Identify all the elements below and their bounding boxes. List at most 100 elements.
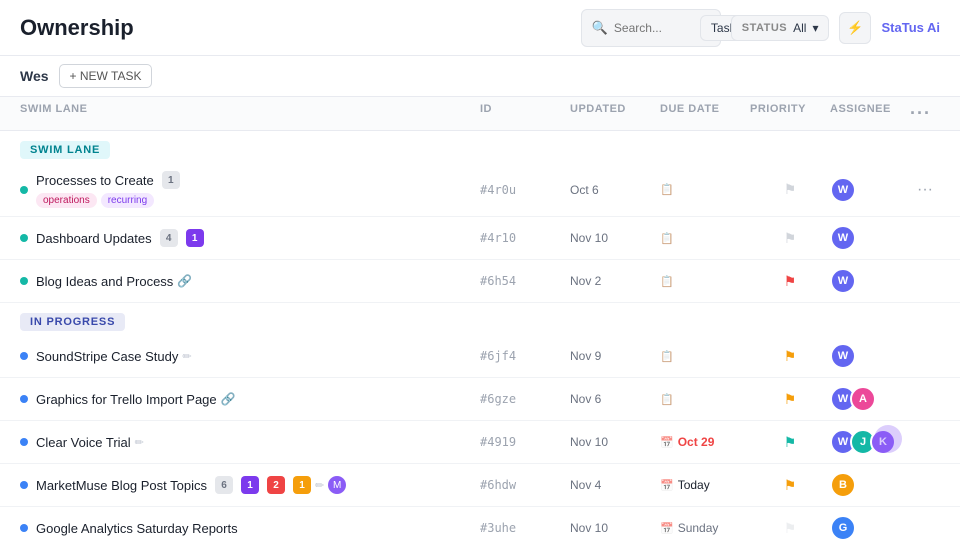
priority-flag: ⚑ <box>784 391 797 408</box>
avatar: G <box>830 515 856 540</box>
user-label: Wes <box>20 68 49 84</box>
due-date: 📅 Today <box>660 478 750 492</box>
task-name[interactable]: SoundStripe Case Study <box>36 349 178 364</box>
section-swim-lane: SWIM LANE <box>20 141 110 159</box>
table-header: SWIM LANE ID UPDATED DUE DATE PRIORITY A… <box>0 97 960 131</box>
assignee-cell: B <box>830 472 910 498</box>
priority-cell: ⚑ <box>750 520 830 537</box>
task-badge-yellow: 1 <box>293 476 311 494</box>
col-swimlane: SWIM LANE <box>20 103 480 124</box>
priority-cell: ⚑ <box>750 181 830 198</box>
edit-icon[interactable]: ✏ <box>315 479 324 492</box>
avatar: A <box>850 386 876 412</box>
link-icon: 🔗 <box>177 274 192 288</box>
section-in-progress: IN PROGRESS <box>20 313 125 331</box>
assignee-cell: W <box>830 268 910 294</box>
priority-flag: ⚑ <box>784 434 797 451</box>
due-date-text: Sunday <box>678 521 719 535</box>
table-row: Dashboard Updates 4 1 #4r10 Nov 10 📋 ⚑ W… <box>0 217 960 260</box>
table-row: Google Analytics Saturday Reports #3uhe … <box>0 507 960 540</box>
edit-icon[interactable]: ✏ <box>182 350 191 363</box>
col-updated: UPDATED <box>570 103 660 124</box>
assignee-cell: W <box>830 177 910 203</box>
task-name[interactable]: Blog Ideas and Process <box>36 274 173 289</box>
priority-cell: ⚑ <box>750 391 830 408</box>
table-row: Blog Ideas and Process 🔗 #6h54 Nov 2 📋 ⚑… <box>0 260 960 303</box>
status-filter[interactable]: STATUS All ▾ <box>731 15 830 41</box>
avatar: W <box>830 268 856 294</box>
priority-flag: ⚑ <box>784 520 797 537</box>
edit-icon[interactable]: ✏ <box>135 436 144 449</box>
priority-flag: ⚑ <box>784 348 797 365</box>
due-date: 📋 <box>660 232 750 245</box>
col-assignee: ASSIGNEE <box>830 103 910 124</box>
priority-flag: ⚑ <box>784 181 797 198</box>
avatar: W <box>830 343 856 369</box>
chevron-down-icon: ▾ <box>812 21 818 35</box>
task-name[interactable]: Processes to Create <box>36 173 154 188</box>
table-row: MarketMuse Blog Post Topics 6 1 2 1 ✏ M … <box>0 464 960 507</box>
due-date: 📋 <box>660 393 750 406</box>
tag-operations: operations <box>36 193 97 208</box>
due-date: 📅 Sunday <box>660 521 750 535</box>
priority-cell: ⚑ <box>750 230 830 247</box>
due-date: 📋 <box>660 183 750 196</box>
search-input[interactable] <box>614 21 694 35</box>
task-badge-purple: 1 <box>241 476 259 494</box>
col-due: DUE DATE <box>660 103 750 124</box>
search-box[interactable]: 🔍 Tasks ▾ <box>581 9 721 47</box>
due-date-text: Today <box>678 478 710 492</box>
due-date: 📅 Oct 29 <box>660 435 750 449</box>
new-task-button[interactable]: + NEW TASK <box>59 64 153 88</box>
task-badge: 6 <box>215 476 233 494</box>
assignee-cell: W <box>830 343 910 369</box>
filter-button[interactable]: ⚡ <box>839 12 871 44</box>
updated-date: Nov 10 <box>570 435 660 449</box>
priority-flag: ⚑ <box>784 273 797 290</box>
avatar: K <box>870 429 896 455</box>
priority-cell: ⚑ <box>750 477 830 494</box>
filter-icon: ⚡ <box>847 20 863 36</box>
link-icon: 🔗 <box>221 392 236 406</box>
task-name[interactable]: Graphics for Trello Import Page <box>36 392 217 407</box>
status-dot <box>20 352 28 360</box>
updated-date: Nov 10 <box>570 231 660 245</box>
due-date: 📋 <box>660 275 750 288</box>
priority-cell: ⚑ <box>750 348 830 365</box>
updated-date: Nov 6 <box>570 392 660 406</box>
assignee-cell: W J K <box>830 429 910 455</box>
status-dot <box>20 277 28 285</box>
task-id: #4919 <box>480 435 570 449</box>
due-date: 📋 <box>660 350 750 363</box>
search-icon: 🔍 <box>592 20 608 36</box>
task-id: #3uhe <box>480 521 570 535</box>
task-id: #6jf4 <box>480 349 570 363</box>
task-name[interactable]: Google Analytics Saturday Reports <box>36 521 238 536</box>
task-id: #4r0u <box>480 183 570 197</box>
status-dot <box>20 438 28 446</box>
status-dot <box>20 524 28 532</box>
row-more-button[interactable]: ··· <box>910 181 940 199</box>
assignee-cell: W <box>830 225 910 251</box>
table-row: Processes to Create 1 operations recurri… <box>0 163 960 217</box>
calendar-icon: 📋 <box>660 393 674 406</box>
status-dot <box>20 234 28 242</box>
calendar-icon: 📋 <box>660 232 674 245</box>
task-name[interactable]: Clear Voice Trial <box>36 435 131 450</box>
avatar: W <box>830 225 856 251</box>
status-ai-badge: StaTus Ai <box>881 20 940 35</box>
task-name[interactable]: MarketMuse Blog Post Topics <box>36 478 207 493</box>
task-name[interactable]: Dashboard Updates <box>36 231 152 246</box>
table-row: Clear Voice Trial ✏ #4919 Nov 10 📅 Oct 2… <box>0 421 960 464</box>
task-id: #4r10 <box>480 231 570 245</box>
task-badge-red: 2 <box>267 476 285 494</box>
more-options-icon[interactable]: ··· <box>910 103 931 123</box>
assignee-cell: W A <box>830 386 910 412</box>
task-badge: 1 <box>162 171 180 189</box>
priority-cell: ⚑ <box>750 273 830 290</box>
updated-date: Oct 6 <box>570 183 660 197</box>
priority-flag: ⚑ <box>784 477 797 494</box>
status-dot <box>20 481 28 489</box>
table-row: Graphics for Trello Import Page 🔗 #6gze … <box>0 378 960 421</box>
due-date-text: Oct 29 <box>678 435 715 449</box>
